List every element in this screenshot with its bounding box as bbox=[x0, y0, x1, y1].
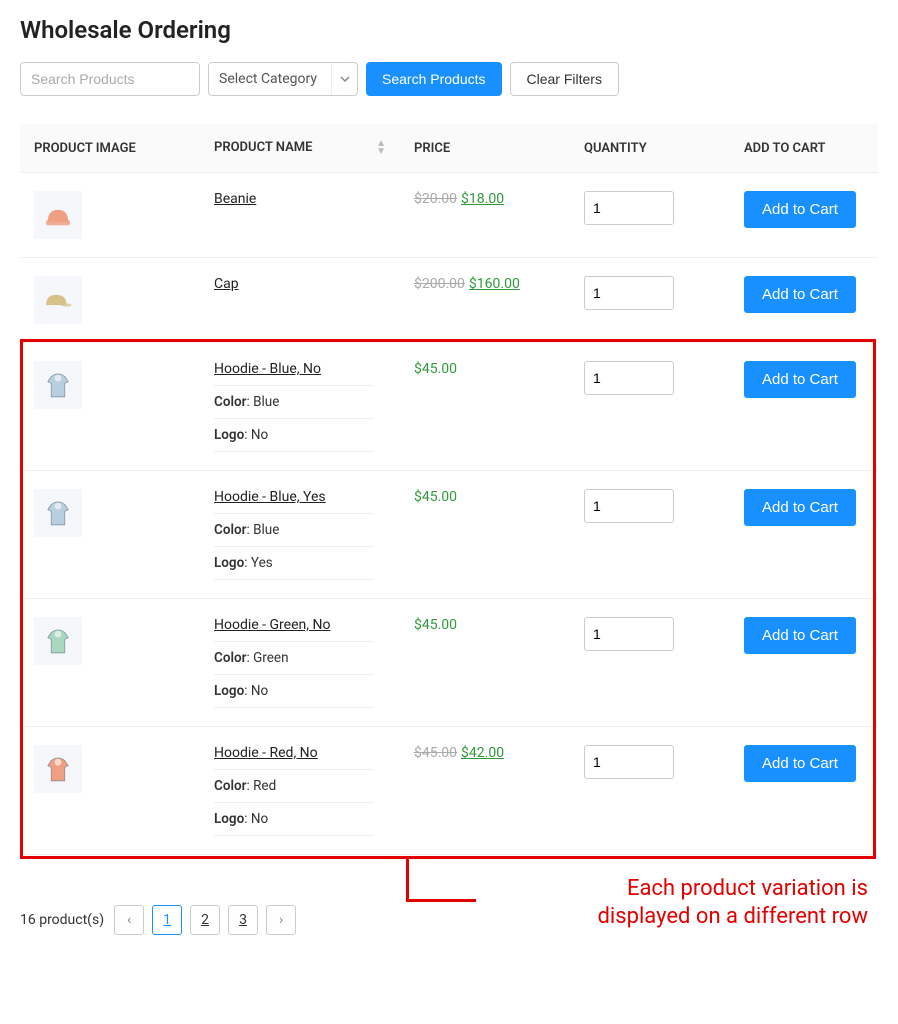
attr-logo: Logo: No bbox=[214, 675, 374, 708]
table-row: Hoodie - Green, No Color: GreenLogo: No $4… bbox=[20, 599, 878, 727]
quantity-input[interactable] bbox=[584, 745, 674, 779]
pagination: 16 product(s) ‹ 123 › bbox=[20, 905, 878, 935]
quantity-input[interactable] bbox=[584, 191, 674, 225]
product-attributes: Color: BlueLogo: No bbox=[214, 385, 374, 452]
product-image bbox=[34, 617, 82, 665]
product-image bbox=[34, 191, 82, 239]
product-image bbox=[34, 361, 82, 409]
attr-color: Color: Green bbox=[214, 641, 374, 675]
pagination-next[interactable]: › bbox=[266, 905, 296, 935]
quantity-input[interactable] bbox=[584, 361, 674, 395]
sort-icon[interactable]: ▲▼ bbox=[376, 140, 386, 156]
search-input[interactable] bbox=[20, 62, 200, 96]
add-to-cart-button[interactable]: Add to Cart bbox=[744, 617, 856, 654]
product-image bbox=[34, 276, 82, 324]
attr-color: Color: Red bbox=[214, 769, 374, 803]
price-cell: $45.00 bbox=[400, 343, 570, 471]
attr-logo: Logo: No bbox=[214, 419, 374, 452]
col-price: PRICE bbox=[400, 124, 570, 173]
product-name-link[interactable]: Cap bbox=[214, 276, 239, 292]
table-row: Hoodie - Blue, Yes Color: BlueLogo: Yes $4… bbox=[20, 471, 878, 599]
page-title: Wholesale Ordering bbox=[20, 16, 878, 44]
product-attributes: Color: BlueLogo: Yes bbox=[214, 513, 374, 580]
table-row: Cap $200.00$160.00 Add to Cart bbox=[20, 258, 878, 343]
add-to-cart-button[interactable]: Add to Cart bbox=[744, 191, 856, 228]
annotation-connector bbox=[406, 899, 476, 902]
attr-logo: Logo: Yes bbox=[214, 547, 374, 580]
chevron-down-icon bbox=[331, 63, 357, 95]
add-to-cart-button[interactable]: Add to Cart bbox=[744, 489, 856, 526]
add-to-cart-button[interactable]: Add to Cart bbox=[744, 745, 856, 782]
product-name-link[interactable]: Hoodie - Blue, Yes bbox=[214, 489, 326, 505]
table-row: Hoodie - Red, No Color: RedLogo: No $45.00… bbox=[20, 727, 878, 855]
table-row: Hoodie - Blue, No Color: BlueLogo: No $45.… bbox=[20, 343, 878, 471]
price-cell: $20.00$18.00 bbox=[400, 173, 570, 258]
col-name[interactable]: PRODUCT NAME ▲▼ bbox=[200, 124, 400, 173]
table-row: Beanie $20.00$18.00 Add to Cart bbox=[20, 173, 878, 258]
col-qty: QUANTITY bbox=[570, 124, 730, 173]
pagination-page[interactable]: 2 bbox=[190, 905, 220, 935]
product-name-link[interactable]: Hoodie - Green, No bbox=[214, 617, 330, 633]
pagination-count: 16 product(s) bbox=[20, 912, 104, 928]
pagination-page[interactable]: 1 bbox=[152, 905, 182, 935]
col-action: ADD TO CART bbox=[730, 124, 878, 173]
price-cell: $45.00$42.00 bbox=[400, 727, 570, 855]
attr-color: Color: Blue bbox=[214, 385, 374, 419]
quantity-input[interactable] bbox=[584, 489, 674, 523]
product-attributes: Color: GreenLogo: No bbox=[214, 641, 374, 708]
product-name-link[interactable]: Beanie bbox=[214, 191, 256, 207]
price-cell: $200.00$160.00 bbox=[400, 258, 570, 343]
category-select[interactable]: Select Category bbox=[208, 62, 358, 96]
quantity-input[interactable] bbox=[584, 617, 674, 651]
product-attributes: Color: RedLogo: No bbox=[214, 769, 374, 836]
product-name-link[interactable]: Hoodie - Red, No bbox=[214, 745, 318, 761]
filter-bar: Select Category Search Products Clear Fi… bbox=[20, 62, 878, 96]
attr-color: Color: Blue bbox=[214, 513, 374, 547]
col-name-label: PRODUCT NAME bbox=[214, 140, 312, 155]
product-name-link[interactable]: Hoodie - Blue, No bbox=[214, 361, 321, 377]
products-table: PRODUCT IMAGE PRODUCT NAME ▲▼ PRICE QUAN… bbox=[20, 124, 878, 855]
add-to-cart-button[interactable]: Add to Cart bbox=[744, 361, 856, 398]
attr-logo: Logo: No bbox=[214, 803, 374, 836]
product-image bbox=[34, 489, 82, 537]
annotation-connector bbox=[406, 859, 409, 899]
product-image bbox=[34, 745, 82, 793]
quantity-input[interactable] bbox=[584, 276, 674, 310]
col-image: PRODUCT IMAGE bbox=[20, 124, 200, 173]
category-select-label: Select Category bbox=[219, 71, 317, 87]
price-cell: $45.00 bbox=[400, 471, 570, 599]
search-products-button[interactable]: Search Products bbox=[366, 62, 502, 96]
pagination-page[interactable]: 3 bbox=[228, 905, 258, 935]
clear-filters-button[interactable]: Clear Filters bbox=[510, 62, 619, 96]
add-to-cart-button[interactable]: Add to Cart bbox=[744, 276, 856, 313]
price-cell: $45.00 bbox=[400, 599, 570, 727]
pagination-prev[interactable]: ‹ bbox=[114, 905, 144, 935]
